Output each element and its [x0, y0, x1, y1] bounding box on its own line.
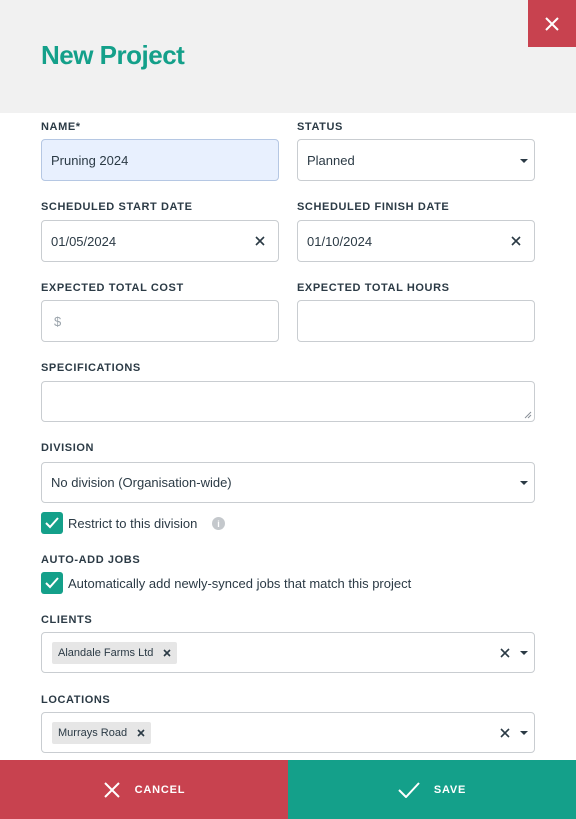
checkmark-icon: [398, 781, 420, 798]
total-hours-label: EXPECTED TOTAL HOURS: [297, 282, 450, 294]
start-date-input[interactable]: 01/05/2024: [41, 220, 279, 262]
clear-locations-button[interactable]: [498, 726, 512, 740]
client-chip: Alandale Farms Ltd: [52, 642, 178, 664]
specifications-textarea[interactable]: [41, 381, 535, 422]
division-label: DIVISION: [41, 442, 95, 454]
info-icon[interactable]: i: [212, 517, 225, 530]
close-icon: [103, 781, 121, 799]
close-icon: [137, 729, 145, 737]
restrict-division-label: Restrict to this division: [68, 516, 198, 531]
close-icon: [500, 728, 510, 738]
status-label: STATUS: [297, 121, 343, 133]
total-cost-input[interactable]: $: [41, 300, 279, 342]
close-icon: [545, 16, 559, 31]
start-date-value: 01/05/2024: [51, 233, 117, 249]
chevron-down-icon: [520, 159, 528, 163]
clients-multiselect[interactable]: Alandale Farms Ltd: [41, 632, 535, 673]
auto-add-jobs-checkbox-label: Automatically add newly-synced jobs that…: [68, 576, 412, 591]
close-icon: [500, 648, 510, 658]
close-icon: [255, 236, 265, 246]
dialog-header: New Project: [0, 0, 576, 113]
close-button[interactable]: [528, 0, 576, 47]
save-label: SAVE: [433, 783, 467, 796]
total-cost-label: EXPECTED TOTAL COST: [41, 282, 184, 294]
location-chip-label: Murrays Road: [58, 727, 128, 739]
status-select[interactable]: Planned: [297, 139, 535, 181]
chevron-down-icon: [520, 481, 528, 485]
specifications-label: SPECIFICATIONS: [41, 362, 141, 374]
total-hours-input[interactable]: [297, 300, 535, 342]
name-label: NAME*: [41, 121, 81, 133]
remove-location-button[interactable]: [135, 727, 147, 739]
name-value: Pruning 2024: [51, 152, 129, 168]
restrict-division-checkbox[interactable]: [41, 512, 63, 534]
name-input[interactable]: Pruning 2024: [41, 139, 279, 181]
auto-add-jobs-label: AUTO-ADD JOBS: [41, 554, 141, 566]
close-icon: [511, 236, 521, 246]
cancel-button[interactable]: CANCEL: [0, 760, 288, 819]
status-value: Planned: [307, 152, 355, 168]
finish-date-input[interactable]: 01/10/2024: [297, 220, 535, 262]
clients-label: CLIENTS: [41, 614, 93, 626]
finish-date-label: SCHEDULED FINISH DATE: [297, 201, 450, 213]
checkmark-icon: [45, 517, 59, 529]
locations-label: LOCATIONS: [41, 694, 111, 706]
clear-clients-button[interactable]: [498, 646, 512, 660]
page-title: New Project: [41, 40, 185, 70]
chevron-down-icon[interactable]: [520, 651, 528, 655]
close-icon: [163, 649, 171, 657]
auto-add-jobs-checkbox[interactable]: [41, 572, 63, 594]
location-chip: Murrays Road: [52, 722, 152, 744]
start-date-label: SCHEDULED START DATE: [41, 201, 193, 213]
clear-start-date-button[interactable]: [252, 233, 268, 249]
division-select[interactable]: No division (Organisation-wide): [41, 462, 535, 503]
resize-handle-icon[interactable]: [524, 411, 532, 419]
finish-date-value: 01/10/2024: [307, 233, 373, 249]
checkmark-icon: [45, 577, 59, 589]
client-chip-label: Alandale Farms Ltd: [58, 647, 154, 659]
locations-multiselect[interactable]: Murrays Road: [41, 712, 535, 753]
total-cost-placeholder: $: [54, 313, 62, 329]
division-value: No division (Organisation-wide): [51, 475, 232, 490]
chevron-down-icon[interactable]: [520, 731, 528, 735]
clear-finish-date-button[interactable]: [508, 233, 524, 249]
remove-client-button[interactable]: [161, 647, 173, 659]
save-button[interactable]: SAVE: [288, 760, 576, 819]
cancel-label: CANCEL: [134, 783, 186, 796]
